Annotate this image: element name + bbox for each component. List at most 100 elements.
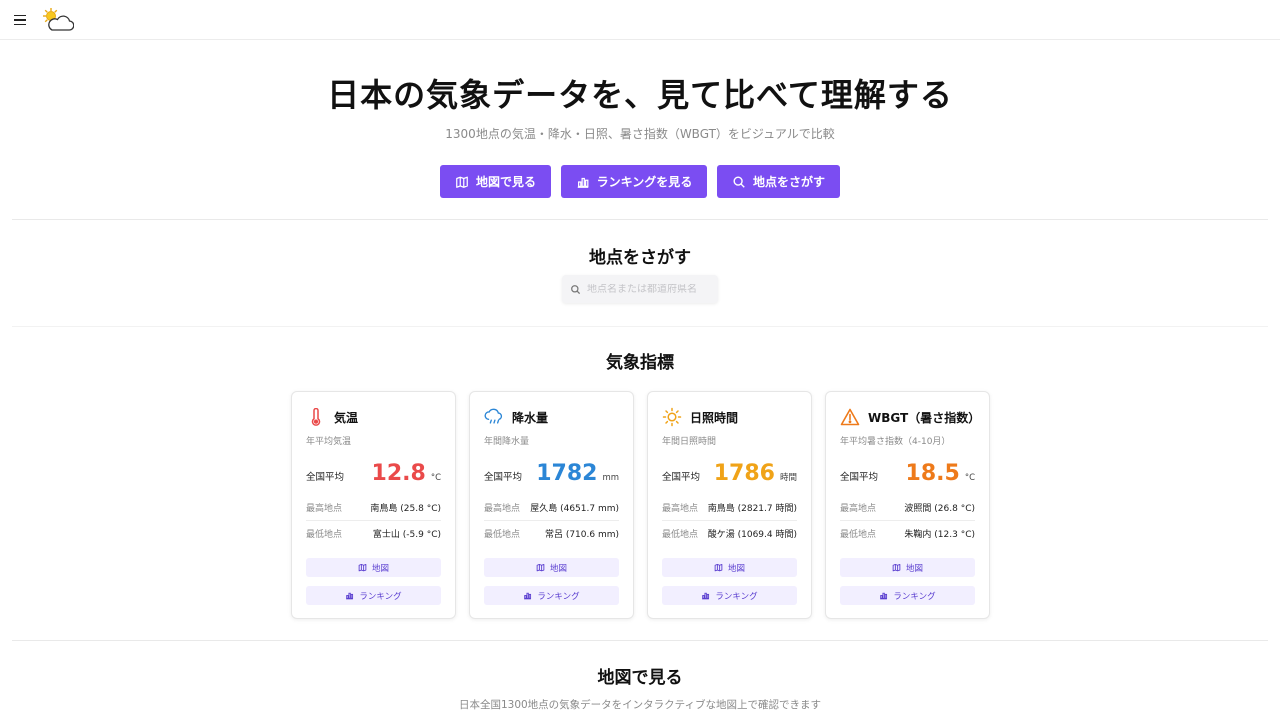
divider <box>12 219 1268 220</box>
average-label: 全国平均 <box>840 472 879 483</box>
card-ranking-button[interactable]: ランキング <box>662 586 797 605</box>
card-title: 日照時間 <box>690 410 739 425</box>
search-location-label: 地点をさがす <box>752 175 825 189</box>
thermometer-icon <box>306 407 326 427</box>
card-ranking-button[interactable]: ランキング <box>306 586 441 605</box>
divider <box>12 326 1268 327</box>
rain-cloud-icon <box>484 407 504 427</box>
warning-triangle-icon <box>840 407 860 427</box>
card-ranking-button[interactable]: ランキング <box>840 586 975 605</box>
card-ranking-button[interactable]: ランキング <box>484 586 619 605</box>
card-map-label: 地図 <box>905 563 923 574</box>
card-map-button[interactable]: 地図 <box>662 558 797 577</box>
temperature-card: 気温 年平均気温 全国平均 12.8 °C 最高地点 南鳥島 (25.8 °C) 最… <box>291 391 456 619</box>
sun-icon <box>662 407 682 427</box>
page-title: 日本の気象データを、見て比べて理解する <box>327 76 953 114</box>
min-label: 最低地点 <box>306 529 343 540</box>
average-value: 1786 <box>713 461 775 486</box>
bar-chart-icon <box>524 592 532 600</box>
card-subtitle: 年間日照時間 <box>662 437 717 447</box>
search-input[interactable] <box>587 283 711 295</box>
hamburger-icon[interactable] <box>12 12 28 28</box>
min-value: 酸ケ湯 (1069.4 時間) <box>707 529 797 540</box>
bar-chart-icon <box>880 592 888 600</box>
unit-label: °C <box>430 473 441 483</box>
card-map-label: 地図 <box>371 563 389 574</box>
card-ranking-label: ランキング <box>893 591 936 602</box>
min-row: 最低地点 富士山 (-5.9 °C) <box>306 520 441 545</box>
min-value: 常呂 (710.6 mm) <box>544 529 619 540</box>
max-label: 最高地点 <box>662 504 699 514</box>
max-label: 最高地点 <box>840 504 877 514</box>
divider <box>12 640 1268 641</box>
search-section-title: 地点をさがす <box>589 248 691 268</box>
top-bar <box>0 0 1280 40</box>
view-ranking-button[interactable]: ランキングを見る <box>561 165 707 198</box>
average-label: 全国平均 <box>306 472 345 483</box>
card-map-label: 地図 <box>549 563 567 574</box>
min-label: 最低地点 <box>662 529 699 540</box>
search-icon <box>733 175 745 188</box>
view-map-button[interactable]: 地図で見る <box>440 165 551 198</box>
map-icon <box>892 563 901 572</box>
hero-button-row: 地図で見る ランキングを見る 地点をさがす <box>0 165 1280 198</box>
min-row: 最低地点 朱鞠内 (12.3 °C) <box>840 520 975 545</box>
card-ranking-label: ランキング <box>359 591 402 602</box>
card-title: WBGT（暑さ指数） <box>868 410 981 425</box>
max-value: 南鳥島 (25.8 °C) <box>370 504 441 514</box>
card-map-button[interactable]: 地図 <box>840 558 975 577</box>
search-location-button[interactable]: 地点をさがす <box>717 165 840 198</box>
card-subtitle: 年平均気温 <box>306 437 352 447</box>
max-value: 屋久島 (4651.7 mm) <box>530 504 619 514</box>
sunshine-card: 日照時間 年間日照時間 全国平均 1786 時間 最高地点 南鳥島 (2821.7 … <box>647 391 812 619</box>
unit-label: 時間 <box>779 473 797 483</box>
map-icon <box>536 563 545 572</box>
unit-label: °C <box>964 473 975 483</box>
bar-chart-icon <box>702 592 710 600</box>
max-row: 最高地点 南鳥島 (25.8 °C) <box>306 495 441 520</box>
max-label: 最高地点 <box>484 504 521 514</box>
bar-chart-icon <box>577 177 589 188</box>
map-section-title: 地図で見る <box>597 668 683 688</box>
unit-label: mm <box>602 473 619 483</box>
average-value: 1782 <box>536 461 598 486</box>
max-row: 最高地点 波照間 (26.8 °C) <box>840 495 975 520</box>
average-value: 12.8 <box>371 461 426 486</box>
map-section-subtitle: 日本全国1300地点の気象データをインタラクティブな地図上で確認できます <box>458 699 822 711</box>
max-value: 波照間 (26.8 °C) <box>904 504 975 514</box>
card-subtitle: 年平均暑さ指数（4-10月） <box>840 437 951 447</box>
card-subtitle: 年間降水量 <box>484 437 530 447</box>
card-ranking-label: ランキング <box>715 591 758 602</box>
search-icon <box>571 284 581 294</box>
min-row: 最低地点 常呂 (710.6 mm) <box>484 520 619 545</box>
max-row: 最高地点 南鳥島 (2821.7 時間) <box>662 495 797 520</box>
wbgt-card: WBGT（暑さ指数） 年平均暑さ指数（4-10月） 全国平均 18.5 °C 最高… <box>825 391 990 619</box>
search-box[interactable] <box>562 275 718 303</box>
average-label: 全国平均 <box>662 472 701 483</box>
max-row: 最高地点 屋久島 (4651.7 mm) <box>484 495 619 520</box>
card-map-button[interactable]: 地図 <box>484 558 619 577</box>
map-icon <box>358 563 367 572</box>
page-subtitle: 1300地点の気温・降水・日照、暑さ指数（WBGT）をビジュアルで比較 <box>445 127 835 141</box>
sun-cloud-logo[interactable] <box>40 6 74 34</box>
card-ranking-label: ランキング <box>537 591 580 602</box>
indicators-section-title: 気象指標 <box>606 353 674 373</box>
card-title: 気温 <box>334 410 359 425</box>
card-map-button[interactable]: 地図 <box>306 558 441 577</box>
max-label: 最高地点 <box>306 504 343 514</box>
map-icon <box>456 176 468 188</box>
indicator-cards: 気温 年平均気温 全国平均 12.8 °C 最高地点 南鳥島 (25.8 °C) 最… <box>291 391 990 619</box>
view-map-label: 地図で見る <box>475 175 536 189</box>
max-value: 南鳥島 (2821.7 時間) <box>707 504 797 514</box>
min-value: 朱鞠内 (12.3 °C) <box>904 529 975 540</box>
min-label: 最低地点 <box>484 529 521 540</box>
min-row: 最低地点 酸ケ湯 (1069.4 時間) <box>662 520 797 545</box>
precipitation-card: 降水量 年間降水量 全国平均 1782 mm 最高地点 屋久島 (4651.7 mm… <box>469 391 634 619</box>
average-label: 全国平均 <box>484 472 523 483</box>
card-title: 降水量 <box>512 410 549 425</box>
view-ranking-label: ランキングを見る <box>596 175 693 189</box>
map-icon <box>714 563 723 572</box>
min-label: 最低地点 <box>840 529 877 540</box>
min-value: 富士山 (-5.9 °C) <box>372 529 441 540</box>
average-value: 18.5 <box>905 461 960 486</box>
